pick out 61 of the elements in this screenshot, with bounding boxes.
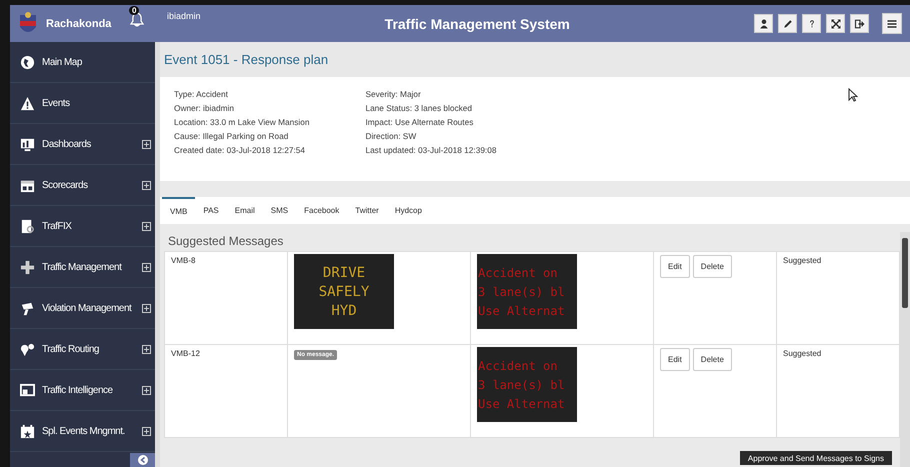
notification-count: 0 [129, 6, 140, 15]
detail-text: Direction: SW [365, 131, 418, 141]
detail-text: Type: Accident [174, 89, 229, 99]
help-button[interactable] [802, 14, 821, 33]
sign-text: Accident on [478, 266, 558, 280]
app-title: Traffic Management System [384, 16, 571, 32]
fullscreen-button[interactable] [826, 14, 845, 33]
detail-text: Location: 33.0 m Lake View Mansion [174, 117, 310, 127]
menu-button[interactable] [882, 13, 902, 34]
chevron-left-icon [138, 455, 148, 465]
section-heading: Suggested Messages [167, 233, 284, 250]
mouse-pointer-icon [848, 88, 858, 102]
tab[interactable]: Facebook [296, 197, 348, 224]
edit-button[interactable]: Edit [660, 255, 690, 278]
tab[interactable]: SMS [262, 197, 296, 224]
status-text: Suggested [783, 256, 822, 265]
detail-text: Created date: 03-Jul-2018 12:27:54 [174, 145, 306, 155]
scrollbar[interactable] [900, 232, 910, 467]
status-text: Suggested [783, 349, 822, 358]
user-name: ibiadmin [167, 11, 201, 21]
sign-text: Accident on [478, 358, 558, 372]
logout-button[interactable] [850, 14, 869, 33]
brand-name: Rachakonda [46, 18, 112, 30]
detail-text: Last updated: 03-Jul-2018 12:39:08 [365, 145, 496, 155]
tab[interactable]: Hydcop [386, 197, 430, 224]
sign-text: HYD [331, 302, 357, 318]
document-search-icon [20, 218, 35, 234]
sign-id: VMB-8 [171, 256, 196, 265]
sign-text: SAFELY [318, 284, 370, 300]
sign-text: Use Alternat [478, 396, 566, 410]
sign-text: 3 lane(s) bl [478, 378, 566, 392]
sign-text: 3 lane(s) bl [478, 284, 566, 298]
menu-icon [886, 18, 898, 30]
delete-button[interactable]: Delete [692, 255, 732, 278]
tab[interactable]: Twitter [347, 197, 387, 224]
warning-icon [20, 96, 35, 110]
detail-text: Cause: Illegal Parking on Road [174, 131, 290, 141]
user-button[interactable] [754, 14, 773, 33]
detail-text: Lane Status: 3 lanes blocked [365, 103, 474, 113]
tab[interactable]: Email [226, 197, 263, 224]
pencil-button[interactable] [778, 14, 797, 33]
sign-text: Use Alternat [478, 304, 566, 318]
edit-button[interactable]: Edit [660, 348, 690, 371]
tab[interactable]: PAS [195, 197, 227, 224]
detail-text: Severity: Major [365, 89, 422, 99]
detail-text: Owner: ibiadmin [174, 103, 235, 113]
monitor-chart-icon [20, 136, 35, 152]
fullscreen-icon [830, 18, 842, 30]
sign-id: VMB-12 [171, 349, 200, 358]
pencil-icon [782, 18, 794, 30]
camera-icon [20, 300, 35, 316]
location-pins-icon [20, 342, 35, 356]
globe-icon [20, 54, 35, 70]
picture-frame-icon [20, 382, 35, 398]
collapse-sidebar-button[interactable] [130, 453, 155, 467]
approve-send-button[interactable]: Approve and Send Messages to Signs [740, 451, 892, 465]
sign-text: DRIVE [322, 264, 366, 280]
logout-icon [854, 18, 866, 30]
detail-text: Impact: Use Alternate Routes [365, 117, 474, 127]
user-icon [758, 18, 770, 30]
delete-button[interactable]: Delete [692, 348, 732, 371]
